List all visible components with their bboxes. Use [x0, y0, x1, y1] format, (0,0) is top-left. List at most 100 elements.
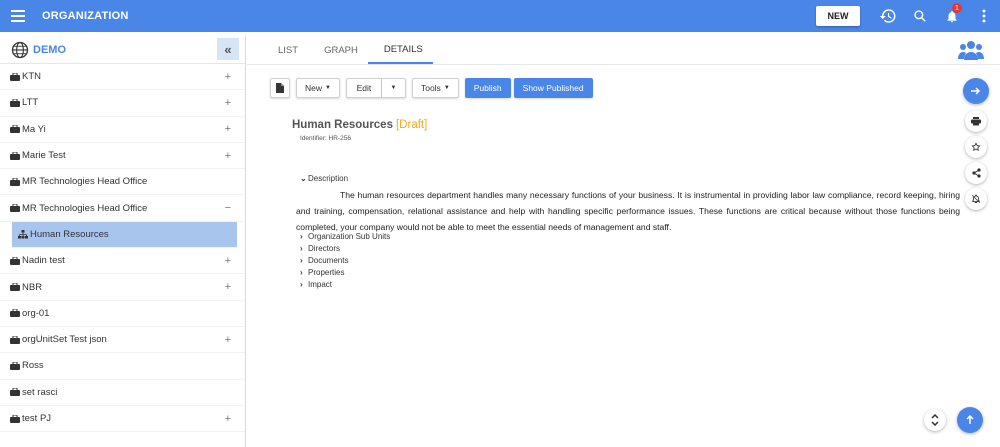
- sidebar-item[interactable]: NBR +: [0, 274, 245, 301]
- sidebar-item[interactable]: KTN +: [0, 64, 245, 91]
- sidebar-item[interactable]: orgUnitSet Test json +: [0, 327, 245, 354]
- tab-details[interactable]: DETAILS: [367, 36, 433, 64]
- page-title: Human Resources [Draft]: [292, 119, 427, 131]
- briefcase-icon: [10, 388, 20, 397]
- sidebar-item[interactable]: MR Technologies Head Office: [0, 169, 245, 196]
- sidebar-item-label: Human Resources: [30, 228, 109, 240]
- section-label: Organization Sub Units: [308, 232, 391, 241]
- show-published-button[interactable]: Show Published: [513, 78, 593, 98]
- section-impact[interactable]: › Impact: [300, 280, 332, 289]
- expand-icon[interactable]: +: [225, 150, 231, 162]
- unfold-icon: [931, 414, 939, 426]
- notification-badge: 1: [952, 3, 962, 13]
- edit-button[interactable]: Edit: [345, 78, 382, 98]
- edit-button-group: Edit ▼: [345, 78, 406, 98]
- sidebar-item[interactable]: org-01: [0, 301, 245, 327]
- section-org-sub-units[interactable]: › Organization Sub Units: [300, 232, 390, 241]
- briefcase-icon: [10, 309, 20, 318]
- briefcase-icon: [10, 72, 20, 81]
- chevron-right-icon: ›: [300, 268, 303, 277]
- section-label: Impact: [308, 280, 333, 289]
- collapse-actions-fab[interactable]: [963, 78, 989, 104]
- sidebar-root-label[interactable]: DEMO: [33, 44, 66, 56]
- sidebar-item[interactable]: Ma Yi +: [0, 117, 245, 143]
- briefcase-icon: [10, 98, 20, 107]
- status-badge: [Draft]: [395, 119, 428, 131]
- scroll-toggle-button[interactable]: [924, 409, 946, 431]
- tab-graph[interactable]: GRAPH: [308, 36, 368, 64]
- collapse-icon[interactable]: −: [225, 202, 231, 214]
- section-directors[interactable]: › Directors: [300, 244, 340, 253]
- document-button[interactable]: [270, 78, 290, 98]
- favorite-button[interactable]: [965, 136, 987, 158]
- section-description[interactable]: ⌄ Description: [300, 174, 348, 183]
- details-toolbar: New ▼ Edit ▼ Tools ▼ Publish Show Publishe…: [270, 78, 599, 98]
- caret-down-icon: ▼: [443, 85, 450, 91]
- briefcase-icon: [10, 335, 20, 344]
- tools-dropdown-label: Tools: [420, 83, 441, 93]
- sidebar-item-label: LTT: [22, 97, 39, 109]
- briefcase-icon: [10, 204, 20, 213]
- briefcase-icon: [10, 256, 20, 265]
- sidebar-item-label: set rasci: [22, 386, 58, 398]
- share-icon: [971, 168, 981, 178]
- publish-button[interactable]: Publish: [464, 78, 511, 98]
- print-button[interactable]: [965, 110, 987, 132]
- sidebar-item[interactable]: Human Resources: [12, 221, 237, 249]
- caret-down-icon: ▼: [325, 85, 331, 91]
- star-outline-icon: [971, 142, 981, 152]
- expand-icon[interactable]: +: [225, 123, 231, 135]
- scroll-to-top-button[interactable]: [957, 407, 983, 433]
- expand-icon[interactable]: +: [225, 281, 231, 293]
- sidebar-item-label: MR Technologies Head Office: [22, 176, 148, 188]
- edit-dropdown-toggle[interactable]: ▼: [381, 78, 406, 98]
- hierarchy-icon: [18, 229, 28, 239]
- sidebar-item[interactable]: MR Technologies Head Office −: [0, 195, 245, 222]
- notifications-off-icon: [971, 194, 981, 204]
- expand-icon[interactable]: +: [225, 255, 231, 267]
- section-label: Properties: [308, 268, 345, 277]
- notifications-bell-icon[interactable]: 1: [936, 0, 968, 32]
- share-button[interactable]: [965, 162, 987, 184]
- identifier-label: Identifier: HR-256: [300, 135, 351, 142]
- hamburger-menu-icon[interactable]: [0, 0, 36, 32]
- view-tabs: LIST GRAPH DETAILS: [262, 36, 433, 64]
- sidebar-item[interactable]: LTT +: [0, 90, 245, 117]
- sidebar-item-label: Ma Yi: [22, 123, 46, 135]
- sidebar-item-label: test PJ: [22, 413, 52, 424]
- expand-icon[interactable]: +: [225, 97, 231, 109]
- section-documents[interactable]: › Documents: [300, 256, 348, 265]
- collapse-sidebar-button[interactable]: «: [217, 38, 239, 60]
- new-button[interactable]: NEW: [816, 6, 860, 26]
- sidebar-item[interactable]: test PJ +: [0, 406, 245, 433]
- double-chevron-left-icon: «: [224, 41, 232, 57]
- sidebar-item[interactable]: Marie Test +: [0, 143, 245, 170]
- search-icon[interactable]: [904, 0, 936, 32]
- more-vert-icon[interactable]: [968, 0, 1000, 32]
- new-dropdown-button[interactable]: New ▼: [296, 78, 340, 98]
- section-label: Directors: [308, 244, 341, 253]
- top-app-bar: ORGANIZATION NEW 1: [0, 0, 1000, 32]
- tools-dropdown-button[interactable]: Tools ▼: [411, 78, 459, 98]
- history-icon[interactable]: [872, 0, 904, 32]
- expand-icon[interactable]: +: [225, 71, 231, 83]
- sidebar-item[interactable]: Nadin test +: [0, 248, 245, 275]
- expand-icon[interactable]: +: [225, 334, 231, 346]
- org-tree-list: KTN + LTT + Ma Yi + Marie Test + MR Technologies…: [0, 64, 245, 433]
- expand-icon[interactable]: +: [225, 413, 231, 425]
- section-properties[interactable]: › Properties: [300, 268, 344, 277]
- briefcase-icon: [10, 283, 20, 292]
- tab-list[interactable]: LIST: [262, 36, 308, 64]
- sidebar-item[interactable]: Ross: [0, 353, 245, 380]
- team-icon[interactable]: [958, 40, 984, 60]
- section-label: Description: [308, 174, 349, 183]
- sidebar-item[interactable]: set rasci: [0, 380, 245, 406]
- document-icon: [276, 83, 284, 93]
- sidebar-item-label: org-01: [22, 307, 50, 319]
- section-label: Documents: [308, 256, 349, 265]
- app-title: ORGANIZATION: [42, 10, 129, 22]
- sidebar-header: DEMO «: [0, 36, 245, 64]
- print-icon: [971, 116, 981, 125]
- chevron-down-icon: ⌄: [300, 174, 307, 183]
- unfollow-button[interactable]: [965, 188, 987, 210]
